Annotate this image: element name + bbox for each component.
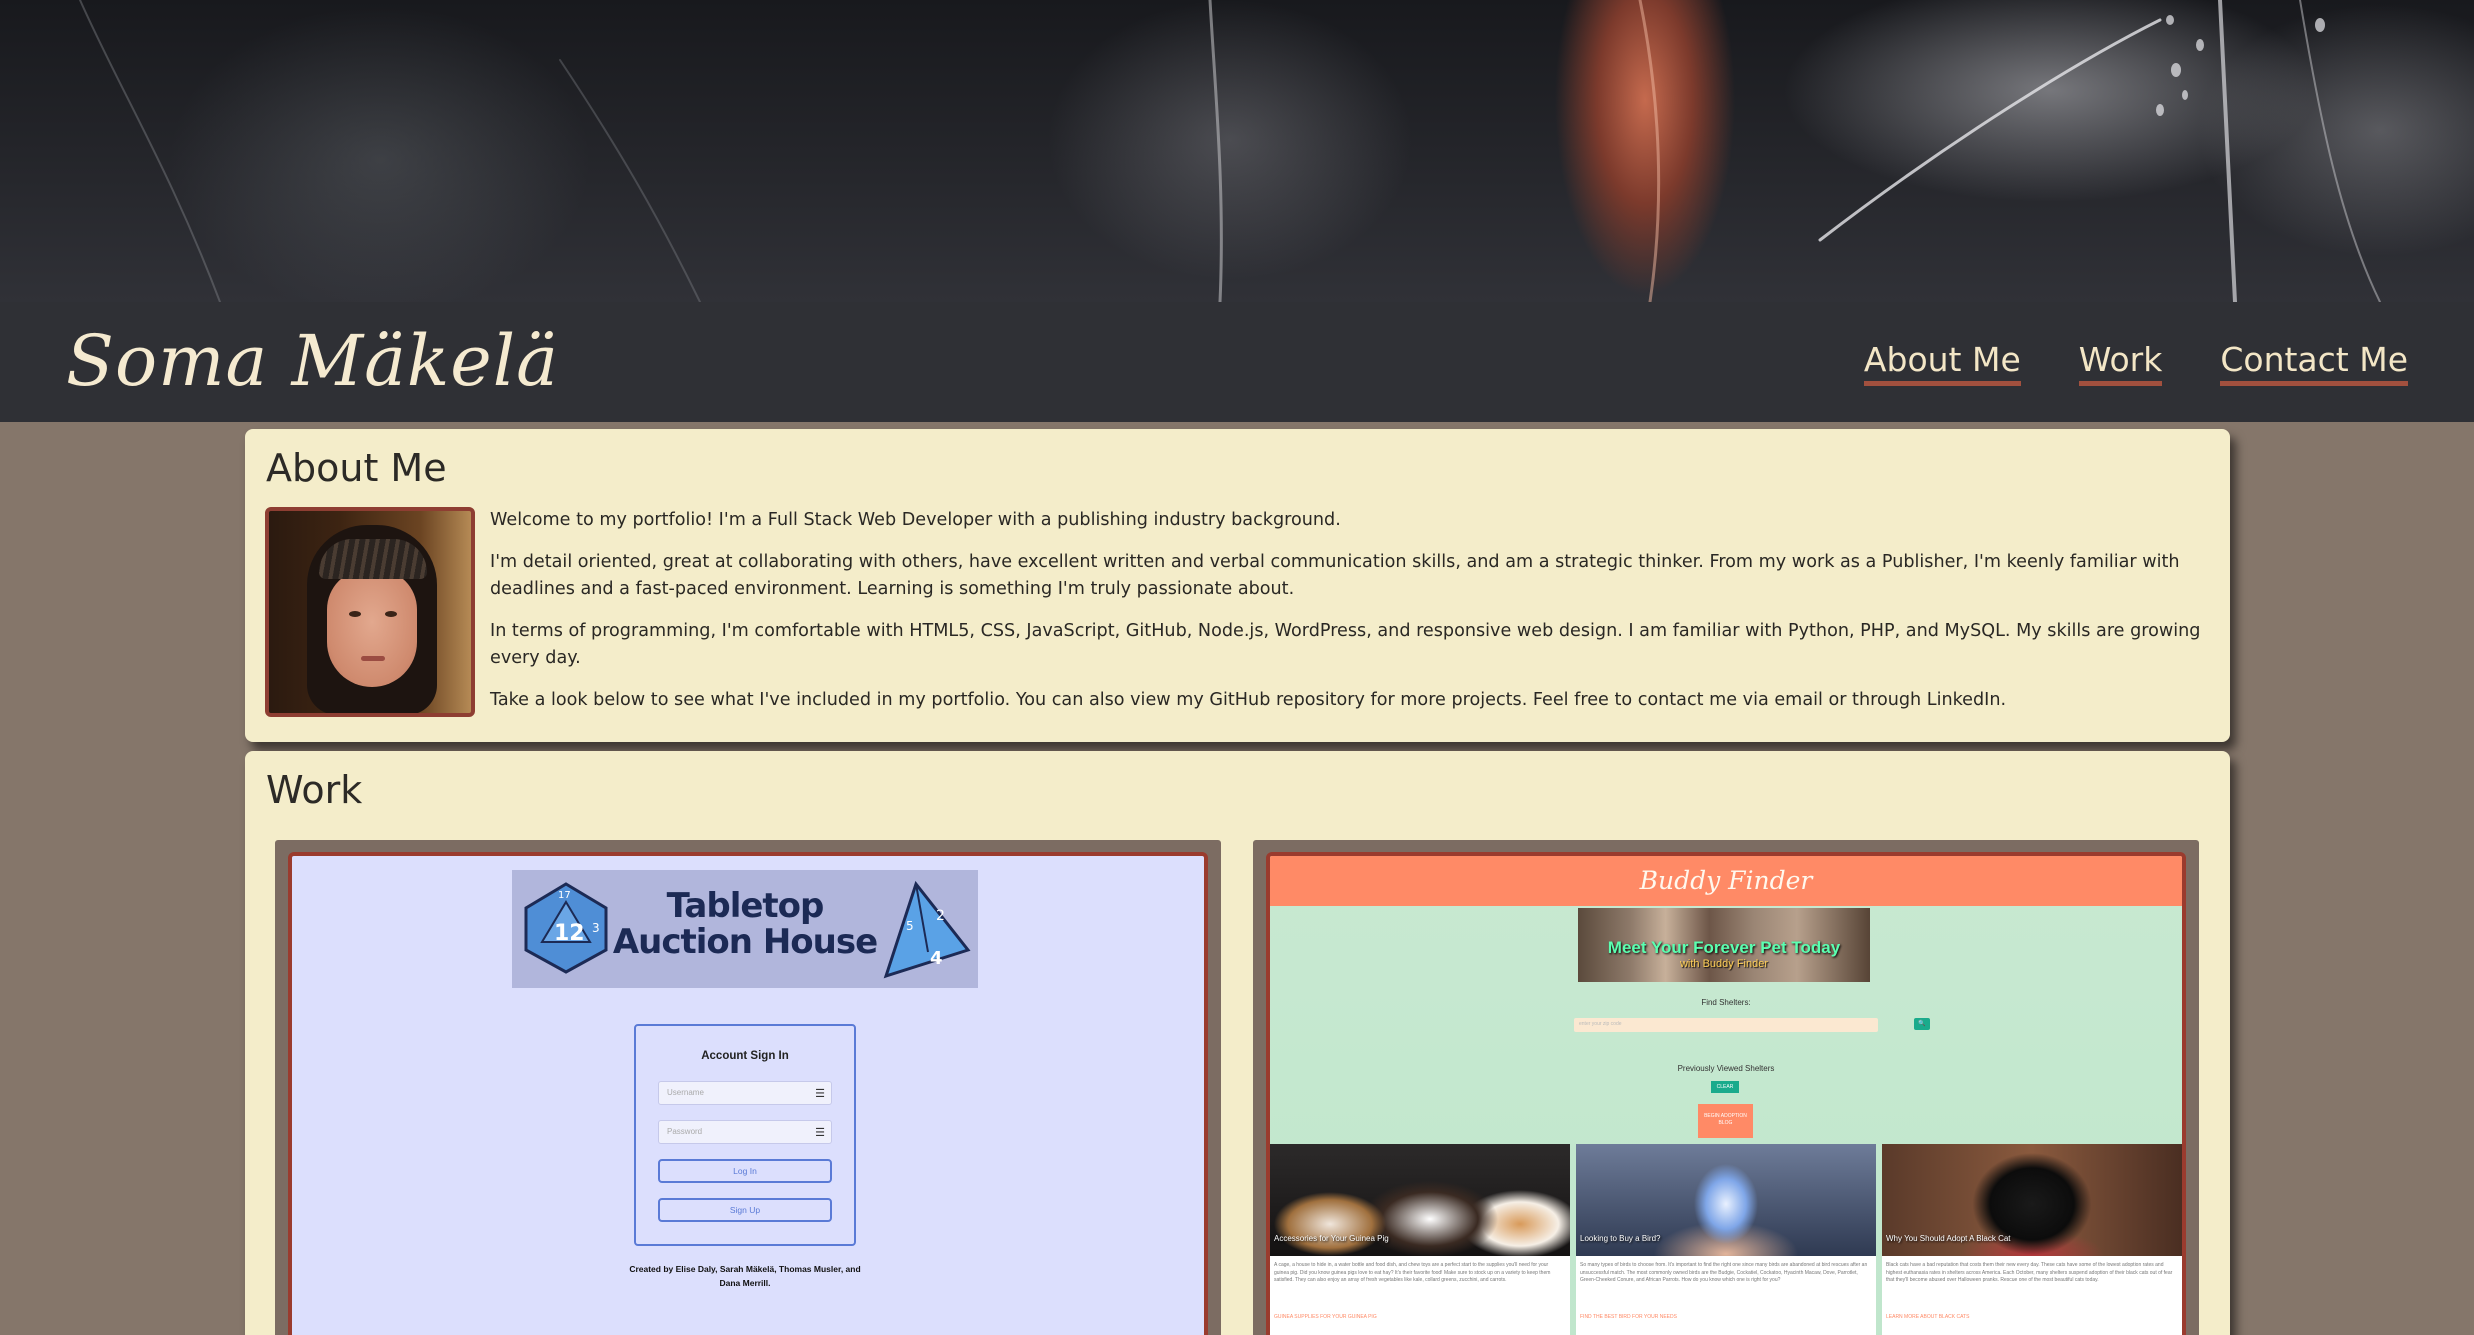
- post-text: So many types of birds to choose from. I…: [1580, 1262, 1868, 1283]
- tabletop-logo: 12 3 17 Tabletop Auction House 4 2 5: [512, 870, 978, 988]
- zip-search-input[interactable]: enter your zip code: [1574, 1018, 1878, 1032]
- blog-post-card[interactable]: Looking to Buy a Bird? So many types of …: [1576, 1144, 1876, 1335]
- tabletop-credit: Created by Elise Daly, Sarah Mäkelä, Tho…: [629, 1264, 861, 1288]
- password-placeholder: Password: [667, 1127, 703, 1136]
- blog-post-card[interactable]: Why You Should Adopt A Black Cat Black c…: [1882, 1144, 2182, 1335]
- buddy-finder-title: Buddy Finder: [1270, 856, 2182, 906]
- clear-button[interactable]: CLEAR: [1711, 1081, 1739, 1093]
- profile-photo: [265, 507, 475, 717]
- blog-post-card[interactable]: Accessories for Your Guinea Pig A cage, …: [1270, 1144, 1570, 1335]
- signin-box: Account Sign In Username ☰ Password ☰ Lo…: [634, 1024, 856, 1246]
- dice-number: 3: [592, 921, 600, 935]
- post-caption: Looking to Buy a Bird?: [1580, 1234, 1661, 1243]
- dice-number: 12: [554, 921, 585, 946]
- bio-paragraph: In terms of programming, I'm comfortable…: [490, 621, 2201, 668]
- about-bio: Welcome to my portfolio! I'm a Full Stac…: [490, 507, 2210, 729]
- dice-number: 2: [936, 908, 945, 924]
- d20-dice-icon: 12 3 17: [524, 882, 608, 974]
- buddy-finder-banner: Meet Your Forever Pet Today with Buddy F…: [1578, 908, 1870, 982]
- hero-banner: [0, 0, 2474, 302]
- d4-dice-icon: 4 2 5: [883, 880, 971, 979]
- post-caption: Why You Should Adopt A Black Cat: [1886, 1234, 2011, 1243]
- signin-title: Account Sign In: [701, 1050, 789, 1062]
- post-link[interactable]: FIND THE BEST BIRD FOR YOUR NEEDS: [1580, 1314, 1677, 1320]
- login-button[interactable]: Log In: [658, 1159, 832, 1183]
- about-section: About Me Welcome to my portfolio! I'm a …: [245, 429, 2230, 742]
- project-tile-tabletop[interactable]: 12 3 17 Tabletop Auction House 4 2 5 Acc…: [275, 840, 1221, 1335]
- banner-subtitle: with Buddy Finder: [1679, 958, 1769, 970]
- dice-number: 17: [558, 890, 571, 901]
- nav-contact-me[interactable]: Contact Me: [2220, 340, 2408, 386]
- dice-number: 5: [906, 919, 914, 933]
- main-nav: About Me Work Contact Me: [1863, 340, 2408, 386]
- post-caption: Accessories for Your Guinea Pig: [1274, 1234, 1389, 1243]
- password-field[interactable]: Password ☰: [658, 1120, 832, 1144]
- search-icon[interactable]: 🔍: [1914, 1018, 1930, 1030]
- post-text: Black cats have a bad reputation that co…: [1886, 1262, 2173, 1283]
- site-name[interactable]: Soma Mäkelä: [66, 320, 559, 402]
- find-shelters-label: Find Shelters:: [1701, 998, 1751, 1007]
- signup-button[interactable]: Sign Up: [658, 1198, 832, 1222]
- bio-paragraph: Take a look below to see what I've inclu…: [490, 690, 2007, 710]
- post-link[interactable]: LEARN MORE ABOUT BLACK CATS: [1886, 1314, 1969, 1320]
- project-screenshot[interactable]: 12 3 17 Tabletop Auction House 4 2 5 Acc…: [288, 852, 1208, 1335]
- banner-title: Meet Your Forever Pet Today: [1607, 938, 1841, 957]
- work-heading: Work: [266, 768, 363, 812]
- post-text: A cage, a house to hide in, a water bott…: [1274, 1262, 1551, 1283]
- project-screenshot[interactable]: Buddy Finder Meet Your Forever Pet Today…: [1266, 852, 2186, 1335]
- post-link[interactable]: GUINEA SUPPLIES FOR YOUR GUINEA PIG: [1274, 1314, 1377, 1320]
- bio-paragraph: I'm detail oriented, great at collaborat…: [490, 552, 2180, 599]
- menu-lines-icon: ☰: [815, 1088, 825, 1100]
- menu-lines-icon: ☰: [815, 1127, 825, 1139]
- username-placeholder: Username: [667, 1088, 704, 1097]
- nav-work[interactable]: Work: [2078, 340, 2163, 386]
- nav-about-me[interactable]: About Me: [1863, 340, 2021, 386]
- work-section: Work 12 3 17 Tabletop Auction House 4 2 …: [245, 751, 2230, 1335]
- adoption-blog-button[interactable]: BEGIN ADOPTION BLOG: [1698, 1104, 1753, 1138]
- previous-shelters-label: Previously Viewed Shelters: [1677, 1064, 1775, 1073]
- tabletop-title: Tabletop Auction House: [612, 886, 878, 962]
- site-header: Soma Mäkelä About Me Work Contact Me: [0, 302, 2474, 422]
- feather-banner-image: [79, 0, 2381, 302]
- about-heading: About Me: [266, 446, 447, 490]
- dice-number: 4: [930, 948, 943, 969]
- project-tile-buddy-finder[interactable]: Buddy Finder Meet Your Forever Pet Today…: [1253, 840, 2199, 1335]
- username-field[interactable]: Username ☰: [658, 1081, 832, 1105]
- bio-paragraph: Welcome to my portfolio! I'm a Full Stac…: [490, 510, 1341, 530]
